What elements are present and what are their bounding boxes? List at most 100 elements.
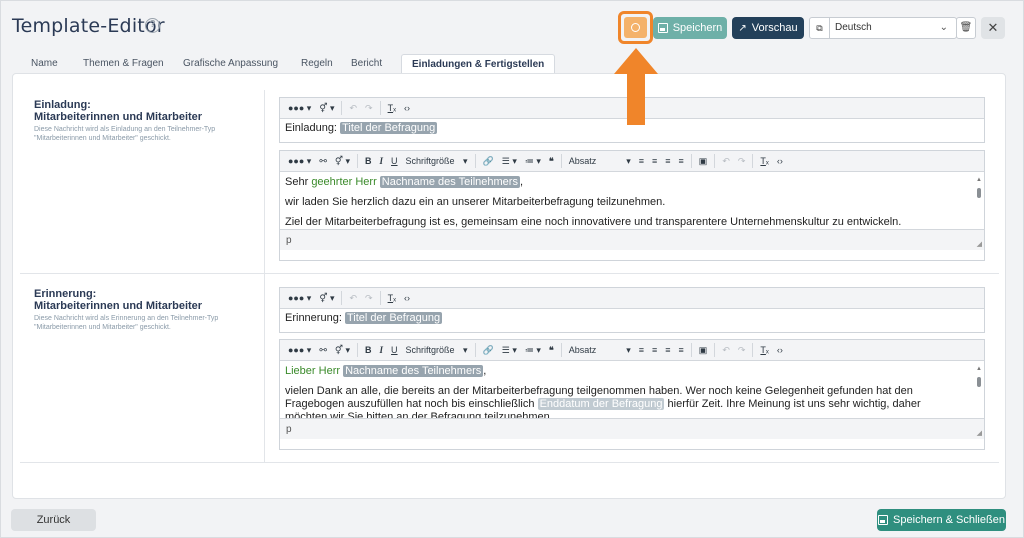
more-options-icon[interactable]: ●●● ▾ xyxy=(284,291,315,306)
block-format-select[interactable]: Absatz ▾ xyxy=(565,343,635,358)
numbered-list-icon[interactable]: ≔ ▾ xyxy=(521,343,545,358)
section-title-reminder: Erinnerung: Mitarbeiterinnen und Mitarbe… xyxy=(34,288,202,312)
underline-icon[interactable]: U xyxy=(387,154,402,169)
clear-format-icon[interactable]: Tₓ xyxy=(756,343,772,358)
variable-icon[interactable]: ⚥ ▾ xyxy=(331,343,354,358)
variable-icon[interactable]: ⚥ ▾ xyxy=(331,154,354,169)
back-button[interactable]: Zurück xyxy=(11,509,96,531)
help-icon[interactable]: ? xyxy=(145,18,160,33)
preview-button[interactable]: ↗ Vorschau xyxy=(732,17,804,39)
scroll-thumb[interactable] xyxy=(977,188,981,198)
align-center-icon[interactable]: ≡ xyxy=(648,343,661,358)
divider xyxy=(264,274,265,462)
scroll-up-icon[interactable]: ▲ xyxy=(976,363,982,376)
bullet-list-icon[interactable]: ☰ ▾ xyxy=(498,154,521,169)
tab-einladungen-fertigstellen[interactable]: Einladungen & Fertigstellen xyxy=(401,54,556,74)
language-select[interactable]: ⧉ Deutsch ⌄ xyxy=(809,17,957,39)
align-right-icon[interactable]: ≡ xyxy=(661,154,674,169)
variable-icon[interactable]: ⚥ ▾ xyxy=(315,291,338,306)
italic-icon[interactable]: I xyxy=(376,343,388,358)
undo-icon[interactable]: ↶ xyxy=(345,291,361,306)
tab-grafische-anpassung[interactable]: Grafische Anpassung xyxy=(183,54,301,74)
scroll-thumb[interactable] xyxy=(977,377,981,387)
source-code-icon[interactable]: ‹› xyxy=(400,291,414,306)
undo-icon[interactable]: ↶ xyxy=(345,101,361,116)
redo-icon[interactable]: ↷ xyxy=(734,343,750,358)
delete-language-button[interactable]: 🗑 xyxy=(956,17,976,39)
greeting-highlight: geehrter Herr xyxy=(311,176,377,188)
quote-icon[interactable]: ❝ xyxy=(545,343,558,358)
underline-icon[interactable]: U xyxy=(387,343,402,358)
font-size-select[interactable]: Schriftgröße ▾ xyxy=(402,154,472,169)
greeting-line: Lieber Herr Nachname des Teilnehmers, xyxy=(285,365,964,378)
align-left-icon[interactable]: ≡ xyxy=(635,343,648,358)
variable-icon[interactable]: ⚥ ▾ xyxy=(315,101,338,116)
separator xyxy=(357,343,359,357)
info-button[interactable] xyxy=(624,17,647,38)
placeholder-tag[interactable]: Nachname des Teilnehmers xyxy=(343,365,484,377)
align-center-icon[interactable]: ≡ xyxy=(648,154,661,169)
image-icon[interactable]: ▣ xyxy=(695,343,712,358)
block-format-select[interactable]: Absatz ▾ xyxy=(565,154,635,169)
link-icon[interactable]: 🔗 xyxy=(479,154,498,169)
close-button[interactable]: ✕ xyxy=(981,17,1005,39)
placeholder-tag[interactable]: Enddatum der Befragung xyxy=(537,398,665,410)
tab-regeln[interactable]: Regeln xyxy=(301,54,351,74)
align-right-icon[interactable]: ≡ xyxy=(661,343,674,358)
clear-format-icon[interactable]: Tₓ xyxy=(384,291,400,306)
more-options-icon[interactable]: ●●● ▾ xyxy=(284,343,315,358)
section-title-line2: Mitarbeiterinnen und Mitarbeiter xyxy=(34,111,203,123)
save-and-close-button[interactable]: Speichern & Schließen xyxy=(877,509,1006,531)
resize-handle-icon[interactable]: ◢ xyxy=(977,429,982,437)
save-button[interactable]: Speichern xyxy=(653,17,727,39)
placeholder-tag[interactable]: Titel der Befragung xyxy=(344,312,443,324)
body-text-area[interactable]: Lieber Herr Nachname des Teilnehmers, vi… xyxy=(280,361,984,418)
undo-icon[interactable]: ↶ xyxy=(718,343,734,358)
link-variable-icon[interactable]: ⚯ xyxy=(315,343,331,358)
link-icon[interactable]: 🔗 xyxy=(479,343,498,358)
subject-field[interactable]: Erinnerung: Titel der Befragung xyxy=(280,309,984,328)
redo-icon[interactable]: ↷ xyxy=(734,154,750,169)
body-editor-reminder[interactable]: ●●● ▾ ⚯ ⚥ ▾ B I U Schriftgröße ▾ 🔗 ☰ ▾ ≔ … xyxy=(279,339,985,450)
clear-format-icon[interactable]: Tₓ xyxy=(756,154,772,169)
body-text-area[interactable]: Sehr geehrter Herr Nachname des Teilnehm… xyxy=(280,172,984,229)
more-options-icon[interactable]: ●●● ▾ xyxy=(284,154,315,169)
scroll-up-icon[interactable]: ▲ xyxy=(976,174,982,187)
redo-icon[interactable]: ↷ xyxy=(361,291,377,306)
separator xyxy=(474,343,476,357)
editor-status-bar: p ◢ xyxy=(280,229,984,250)
bullet-list-icon[interactable]: ☰ ▾ xyxy=(498,343,521,358)
align-justify-icon[interactable]: ≡ xyxy=(675,154,688,169)
placeholder-tag[interactable]: Titel der Befragung xyxy=(340,122,438,134)
clear-format-icon[interactable]: Tₓ xyxy=(384,101,400,116)
font-size-label: Schriftgröße xyxy=(405,156,455,166)
bold-icon[interactable]: B xyxy=(361,343,376,358)
undo-icon[interactable]: ↶ xyxy=(718,154,734,169)
redo-icon[interactable]: ↷ xyxy=(361,101,377,116)
placeholder-tag[interactable]: Nachname des Teilnehmers xyxy=(379,176,520,188)
italic-icon[interactable]: I xyxy=(376,154,388,169)
body-editor-invitation[interactable]: ●●● ▾ ⚯ ⚥ ▾ B I U Schriftgröße ▾ 🔗 ☰ ▾ ≔ … xyxy=(279,150,985,261)
trash-icon: 🗑 xyxy=(959,22,973,33)
tab-name[interactable]: Name xyxy=(31,54,83,74)
image-icon[interactable]: ▣ xyxy=(695,154,712,169)
tab-bericht[interactable]: Bericht xyxy=(351,54,401,74)
bold-icon[interactable]: B xyxy=(361,154,376,169)
source-code-icon[interactable]: ‹› xyxy=(773,343,787,358)
element-path: p xyxy=(286,424,292,435)
source-code-icon[interactable]: ‹› xyxy=(400,101,414,116)
font-size-select[interactable]: Schriftgröße ▾ xyxy=(402,343,472,358)
scrollbar[interactable]: ▲ xyxy=(976,363,982,416)
tab-themen-fragen[interactable]: Themen & Fragen xyxy=(83,54,183,74)
scrollbar[interactable]: ▲ xyxy=(976,174,982,227)
subject-editor-reminder[interactable]: ●●● ▾ ⚥ ▾ ↶ ↷ Tₓ ‹› Erinnerung: Titel de… xyxy=(279,287,985,333)
more-options-icon[interactable]: ●●● ▾ xyxy=(284,101,315,116)
align-left-icon[interactable]: ≡ xyxy=(635,154,648,169)
tab-bar: Name Themen & Fragen Grafische Anpassung… xyxy=(31,54,556,74)
link-variable-icon[interactable]: ⚯ xyxy=(315,154,331,169)
resize-handle-icon[interactable]: ◢ xyxy=(977,240,982,248)
numbered-list-icon[interactable]: ≔ ▾ xyxy=(521,154,545,169)
align-justify-icon[interactable]: ≡ xyxy=(675,343,688,358)
quote-icon[interactable]: ❝ xyxy=(545,154,558,169)
source-code-icon[interactable]: ‹› xyxy=(773,154,787,169)
